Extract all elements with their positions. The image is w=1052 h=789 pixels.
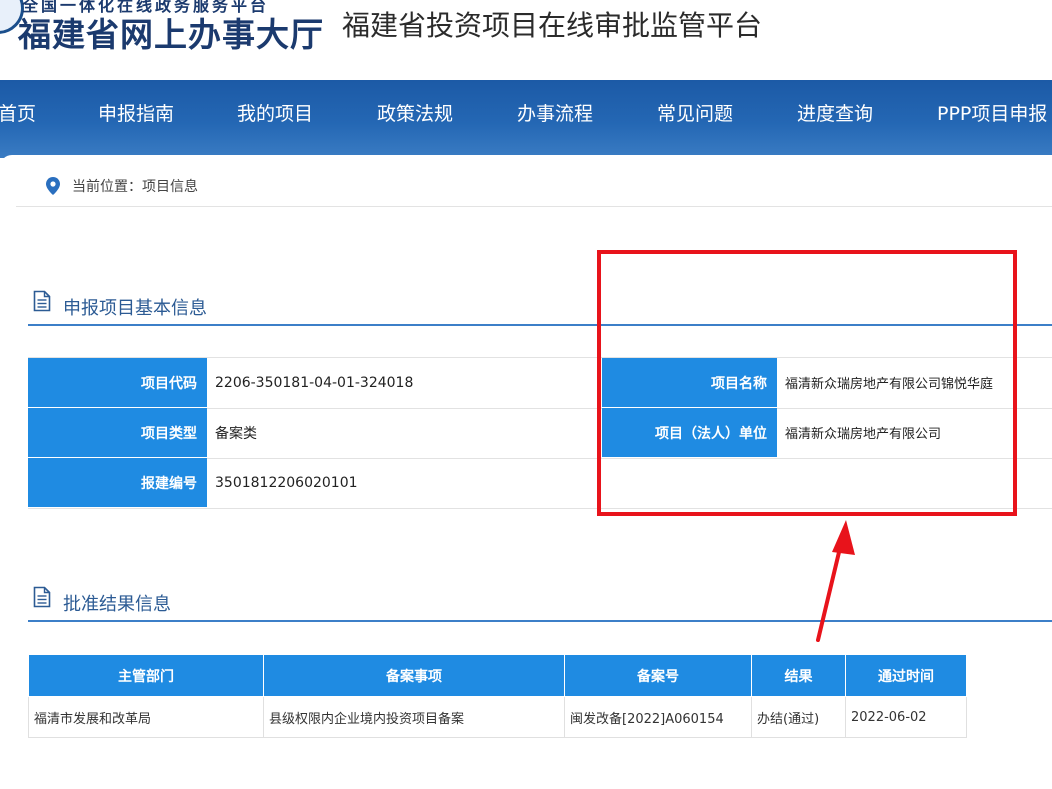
cell-pass-date: 2022-06-02 xyxy=(845,696,967,738)
value-project-code: 2206-350181-04-01-324018 xyxy=(215,374,414,391)
breadcrumb: 当前位置：项目信息 xyxy=(46,176,198,196)
nav-item-policy[interactable]: 政策法规 xyxy=(377,99,453,126)
header-result: 结果 xyxy=(751,654,846,697)
label-legal-entity: 项目（法人）单位 xyxy=(602,408,777,457)
nav-item-my-projects[interactable]: 我的项目 xyxy=(237,99,313,126)
cell-department: 福清市发展和改革局 xyxy=(28,696,264,738)
nav-item-faq[interactable]: 常见问题 xyxy=(657,99,733,126)
document-icon xyxy=(33,586,51,608)
cell-result: 办结(通过) xyxy=(751,696,846,738)
value-legal-entity: 福清新众瑞房地产有限公司 xyxy=(785,427,942,442)
value-project-name: 福清新众瑞房地产有限公司锦悦华庭 xyxy=(785,377,994,392)
header-filing-number: 备案号 xyxy=(564,654,752,697)
document-icon xyxy=(33,290,51,312)
table-header-row: 主管部门 备案事项 备案号 结果 通过时间 xyxy=(28,654,967,697)
section-basic-header: 申报项目基本信息 xyxy=(28,286,1052,326)
location-pin-icon xyxy=(46,177,60,195)
breadcrumb-text: 当前位置：项目信息 xyxy=(72,179,198,195)
nav-item-progress[interactable]: 进度查询 xyxy=(797,99,873,126)
platform-title: 福建省投资项目在线审批监管平台 xyxy=(342,9,763,42)
label-project-type: 项目类型 xyxy=(28,408,207,457)
nav-item-process[interactable]: 办事流程 xyxy=(517,99,593,126)
nav-item-home[interactable]: 首页 xyxy=(0,99,36,126)
breadcrumb-divider xyxy=(16,206,1052,207)
section-approval-underline xyxy=(28,620,1052,622)
section-basic-underline xyxy=(28,324,1052,326)
section-basic-title: 申报项目基本信息 xyxy=(63,298,207,319)
approval-result-table: 主管部门 备案事项 备案号 结果 通过时间 福清市发展和改革局 县级权限内企业境… xyxy=(28,654,967,738)
header-filing-item: 备案事项 xyxy=(263,654,565,697)
value-project-type: 备案类 xyxy=(215,425,257,442)
cell-filing-item: 县级权限内企业境内投资项目备案 xyxy=(263,696,565,738)
table-row: 项目类型 备案类 项目（法人）单位 福清新众瑞房地产有限公司 xyxy=(28,408,1052,459)
section-approval-header: 批准结果信息 xyxy=(28,582,1052,622)
main-nav: 首页 申报指南 我的项目 政策法规 办事流程 常见问题 进度查询 PPP项目申报 xyxy=(0,80,1052,158)
cell-filing-number: 闽发改备[2022]A060154 xyxy=(564,696,752,738)
label-project-code: 项目代码 xyxy=(28,358,207,407)
nav-item-guide[interactable]: 申报指南 xyxy=(98,99,174,126)
header-pass-date: 通过时间 xyxy=(845,654,967,697)
label-build-number: 报建编号 xyxy=(28,458,207,507)
logo-title[interactable]: 福建省网上办事大厅 xyxy=(18,8,324,56)
table-row: 报建编号 3501812206020101 xyxy=(28,458,1052,509)
table-row: 项目代码 2206-350181-04-01-324018 项目名称 福清新众瑞… xyxy=(28,358,1052,409)
header-department: 主管部门 xyxy=(28,654,264,697)
value-build-number: 3501812206020101 xyxy=(215,474,358,491)
project-info-table: 项目代码 2206-350181-04-01-324018 项目名称 福清新众瑞… xyxy=(28,357,1052,509)
label-project-name: 项目名称 xyxy=(602,358,777,407)
content-card: 当前位置：项目信息 申报项目基本信息 项目代码 2206-350181-04-0… xyxy=(0,155,1052,789)
nav-item-ppp[interactable]: PPP项目申报 xyxy=(937,99,1047,126)
table-row: 福清市发展和改革局 县级权限内企业境内投资项目备案 闽发改备[2022]A060… xyxy=(28,696,967,738)
site-header: 全国一体化在线政务服务平台 福建省网上办事大厅 福建省投资项目在线审批监管平台 xyxy=(0,0,1052,80)
section-approval-title: 批准结果信息 xyxy=(63,594,171,615)
